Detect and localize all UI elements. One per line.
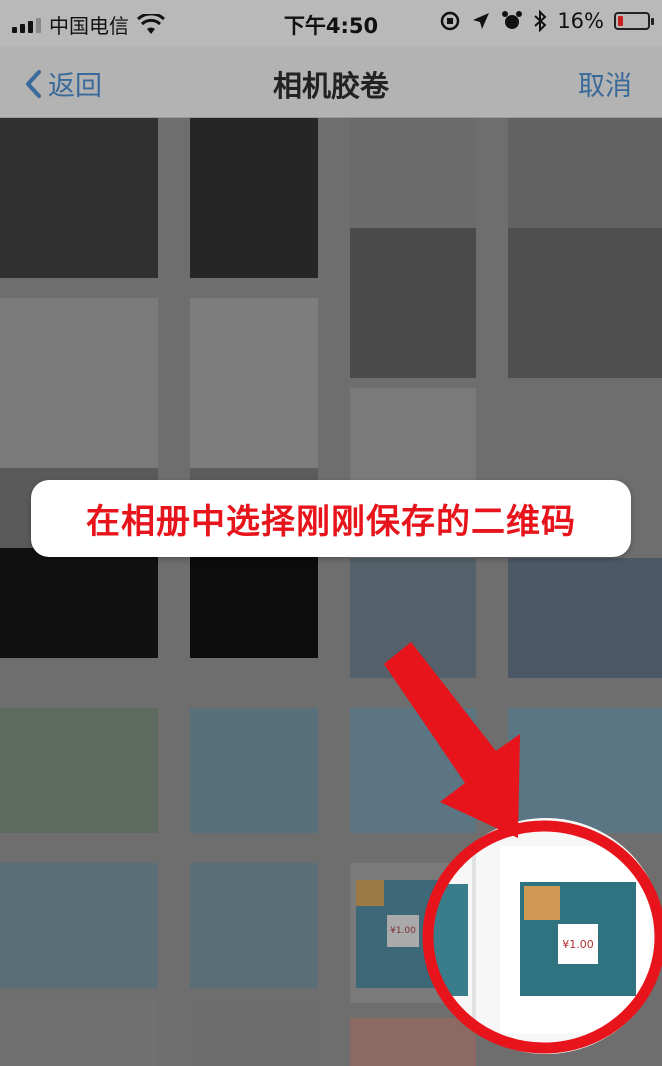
location-icon (473, 13, 490, 29)
status-right: 16% (439, 9, 654, 33)
photo-thumbnail[interactable] (0, 298, 158, 468)
qr-price-label-highlighted: ¥1.00 (558, 924, 598, 964)
photo-thumbnail[interactable] (0, 998, 158, 1066)
photo-thumbnail[interactable] (0, 708, 158, 833)
status-bar: 中国电信 下午4:50 16% (0, 0, 662, 46)
photo-thumbnail[interactable] (0, 548, 158, 658)
photo-thumbnail[interactable] (350, 558, 476, 678)
battery-percent: 16% (557, 9, 604, 33)
photo-thumbnail[interactable] (350, 1018, 476, 1066)
photo-thumbnail[interactable] (0, 863, 158, 988)
bluetooth-icon (534, 10, 547, 32)
photo-thumbnail[interactable] (190, 298, 318, 468)
photo-thumbnail[interactable] (0, 118, 158, 278)
photo-thumbnail[interactable] (350, 228, 476, 378)
page-title: 相机胶卷 (272, 69, 389, 103)
photo-thumbnail[interactable] (190, 998, 318, 1066)
instruction-callout: 在相册中选择刚刚保存的二维码 (31, 480, 631, 557)
orientation-lock-icon (441, 11, 460, 31)
battery-icon (614, 12, 654, 30)
qr-price-label: ¥1.00 (387, 915, 419, 947)
photo-thumbnail[interactable] (350, 708, 476, 833)
photo-thumbnail[interactable] (190, 863, 318, 988)
qr-code-thumbnail-highlighted[interactable]: ¥1.00 (500, 846, 650, 1034)
photo-thumbnail[interactable] (190, 118, 318, 278)
navigation-bar: 返回 相机胶卷 取消 (0, 46, 662, 118)
photo-thumbnail[interactable] (508, 228, 662, 378)
photo-thumbnail[interactable] (190, 548, 318, 658)
highlight-spotlight: ¥1.00 (428, 818, 662, 1054)
photo-thumbnail[interactable] (190, 708, 318, 833)
screen: 中国电信 下午4:50 16% 返回 相机胶卷 取消 ¥1.00 ¥1.00 在… (0, 0, 662, 1066)
photo-thumbnail[interactable] (508, 558, 662, 678)
alarm-icon (502, 11, 523, 29)
cancel-button[interactable]: 取消 (578, 64, 632, 103)
photo-thumbnail[interactable] (508, 708, 662, 833)
